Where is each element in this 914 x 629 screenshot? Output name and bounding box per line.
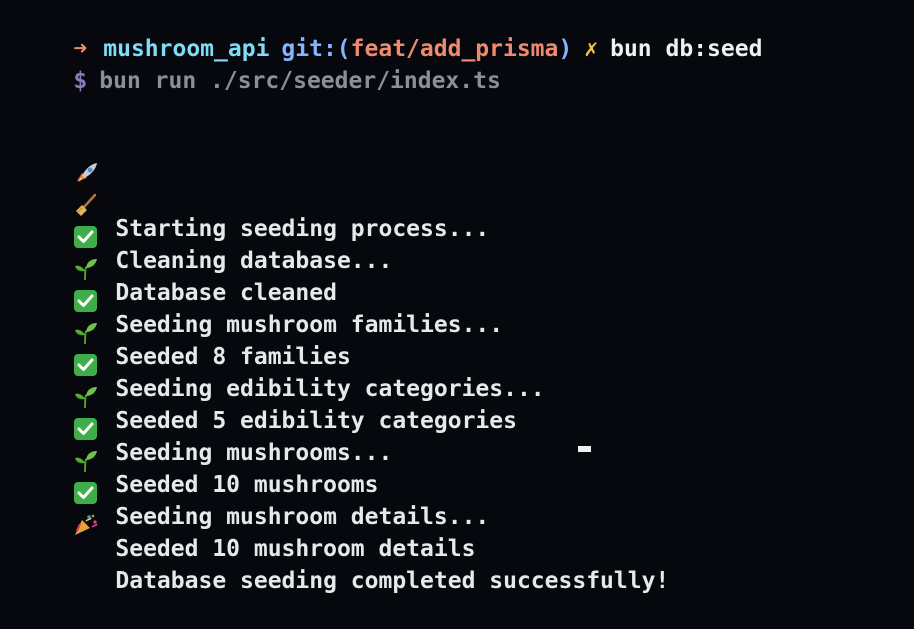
party-popper-icon <box>73 449 103 535</box>
output-line: Seeding mushrooms... <box>18 289 392 466</box>
output-text: Seeding mushroom details... <box>115 504 490 530</box>
output-line: Seeding edibility categories... <box>18 225 545 402</box>
output-text: Seeded 10 mushroom details <box>115 536 476 562</box>
output-line: Seeding mushroom details... <box>18 353 489 530</box>
git-suffix: ) <box>558 36 573 62</box>
output-line: Database cleaned <box>18 129 337 306</box>
output-text: Database seeding completed successfully! <box>115 568 670 594</box>
output-line: Seeded 10 mushroom details <box>18 385 475 562</box>
output-line: Seeded 5 edibility categories <box>18 257 517 434</box>
output-line: Seeded 10 mushrooms <box>18 321 379 498</box>
output-line: Database seeding completed successfully! <box>18 417 669 594</box>
output-line: Seeded 8 families <box>18 193 351 370</box>
output-line: Cleaning database... <box>18 97 392 274</box>
prompt-line: ➜ mushroom_api git:(feat/add_prisma) ✗ bun d… <box>18 1 762 62</box>
output-line: Seeding mushroom families... <box>18 161 503 338</box>
subcommand-line: $ bun run ./src/seeder/index.ts <box>18 33 500 94</box>
terminal-window[interactable]: ➜ mushroom_api git:(feat/add_prisma) ✗ bun d… <box>0 0 914 594</box>
dirty-mark-icon: ✗ <box>584 36 599 62</box>
entered-command: bun db:seed <box>610 36 763 62</box>
terminal-cursor <box>578 446 591 452</box>
output-line: Starting seeding process... <box>18 65 489 242</box>
